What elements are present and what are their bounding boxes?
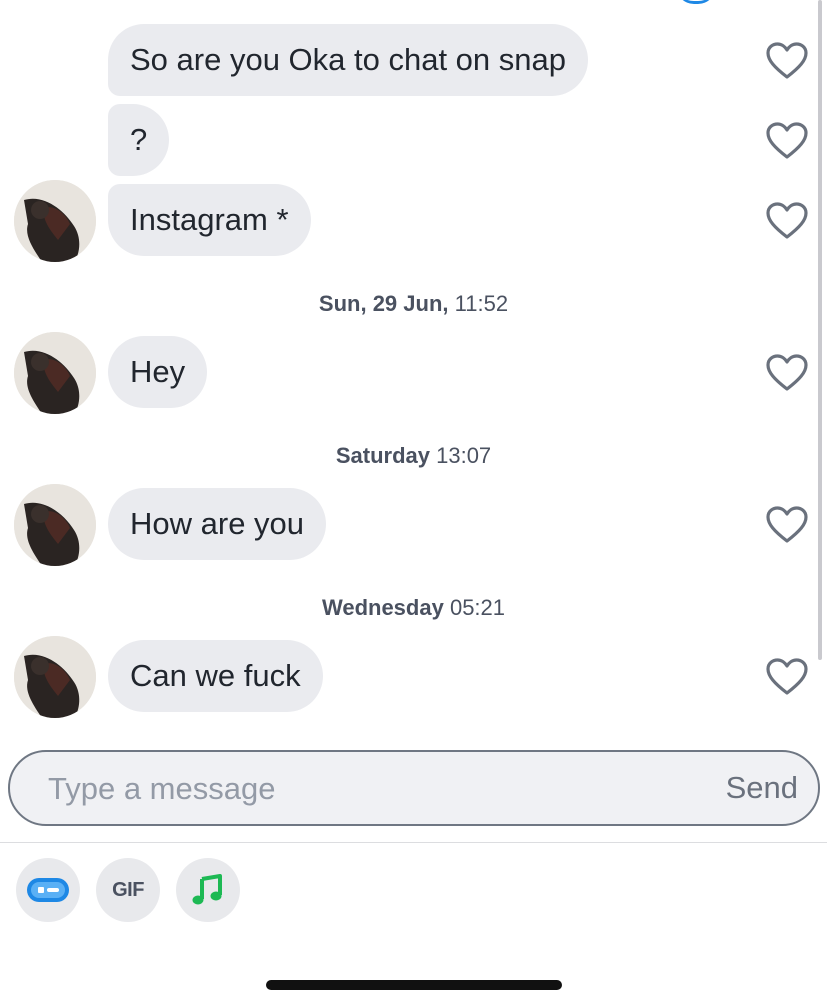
message-row: Instagram * [0, 180, 827, 262]
timestamp-day: Sun, 29 Jun, [318, 291, 449, 316]
music-button[interactable] [176, 858, 240, 922]
message-row: ? [0, 104, 827, 176]
sender-avatar[interactable] [14, 484, 96, 566]
message-row: Can we fuck [0, 636, 827, 718]
sticker-button[interactable] [16, 858, 80, 922]
send-button[interactable]: Send [726, 770, 798, 806]
sender-avatar[interactable] [14, 332, 96, 414]
message-bubble[interactable]: Can we fuck [108, 640, 323, 712]
like-heart-icon[interactable] [766, 506, 808, 544]
message-row: So are you Oka to chat on snap [0, 24, 827, 96]
timestamp-separator: Saturday 13:07 [0, 443, 827, 469]
timestamp-time: 13:07 [436, 443, 492, 468]
message-row: Hey [0, 332, 827, 414]
timestamp-time: 11:52 [454, 291, 509, 316]
message-bubble[interactable]: How are you [108, 488, 327, 560]
gif-label: GIF [112, 878, 144, 901]
top-partial-icon [676, 0, 716, 4]
divider [0, 842, 827, 843]
message-bubble[interactable]: ? [108, 104, 170, 176]
like-heart-icon[interactable] [766, 122, 808, 160]
gif-button[interactable]: GIF [96, 858, 160, 922]
timestamp-day: Wednesday [321, 595, 444, 620]
like-heart-icon[interactable] [766, 354, 808, 392]
message-bubble[interactable]: So are you Oka to chat on snap [108, 24, 588, 96]
message-composer: Send [8, 750, 820, 826]
message-bubble[interactable]: Instagram * [108, 184, 311, 256]
timestamp-day: Saturday [335, 443, 430, 468]
message-row: How are you [0, 484, 827, 566]
timestamp-separator: Wednesday 05:21 [0, 595, 827, 621]
timestamp-separator: Sun, 29 Jun, 11:52 [0, 291, 827, 317]
like-heart-icon[interactable] [766, 42, 808, 80]
sender-avatar[interactable] [14, 180, 96, 262]
home-indicator[interactable] [266, 980, 562, 990]
message-input[interactable] [48, 766, 648, 812]
music-note-icon [192, 874, 222, 905]
chat-sticker-icon [27, 878, 69, 902]
like-heart-icon[interactable] [766, 658, 808, 696]
message-bubble[interactable]: Hey [108, 336, 208, 408]
like-heart-icon[interactable] [766, 202, 808, 240]
sender-avatar[interactable] [14, 636, 96, 718]
scrollbar[interactable] [818, 0, 822, 660]
timestamp-time: 05:21 [449, 595, 506, 620]
